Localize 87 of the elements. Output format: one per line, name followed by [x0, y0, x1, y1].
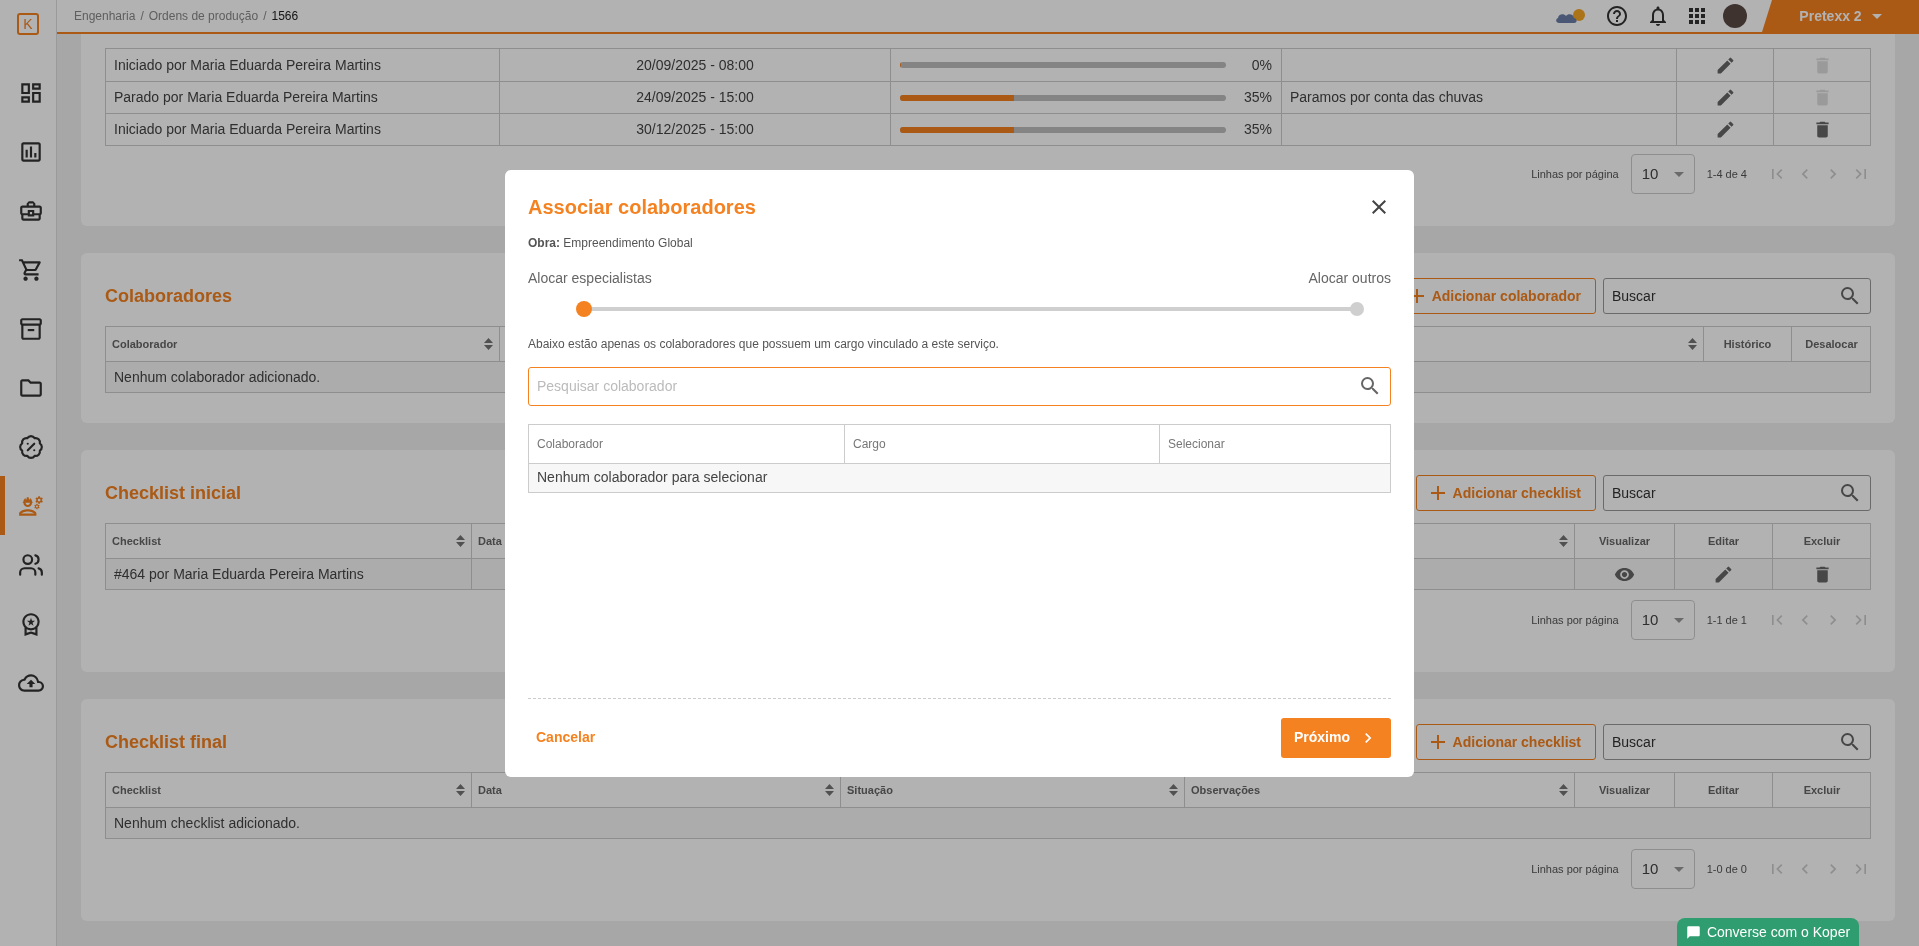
cart-icon — [17, 256, 44, 283]
rows-per-page-label: Linhas por página — [1531, 861, 1619, 877]
cancel-button[interactable]: Cancelar — [528, 717, 604, 758]
company-selector[interactable]: Pretexx 2 — [1762, 0, 1919, 32]
section-title: Checklist inicial — [105, 481, 242, 505]
progress-percent: 0% — [1250, 55, 1272, 75]
caret-icon — [1871, 13, 1882, 19]
slider-left-label: Alocar especialistas — [528, 268, 652, 288]
progress-percent: 35% — [1242, 88, 1272, 107]
column-title: Selecionar — [1168, 435, 1225, 453]
slider[interactable] — [576, 300, 1365, 317]
app-logo[interactable]: K — [17, 13, 39, 35]
chat-button[interactable]: Converse com o Koper — [1677, 918, 1859, 946]
column-title: Desalocar — [1805, 336, 1858, 352]
column-title: Checklist — [112, 782, 161, 798]
table-cell-text: #464 por Maria Eduarda Pereira Martins — [114, 564, 364, 584]
sort-icon[interactable] — [1688, 338, 1697, 350]
caret-icon — [1673, 866, 1684, 872]
column-title: Colaborador — [112, 336, 178, 352]
column-title: Observações — [1191, 782, 1261, 798]
add-button[interactable]: Adicionar checklist — [1415, 724, 1596, 760]
sort-icon[interactable] — [825, 784, 834, 796]
column-title: Cargo — [853, 435, 886, 453]
sort-icon[interactable] — [1169, 784, 1178, 796]
avatar[interactable] — [1723, 4, 1747, 28]
table-cell-text: 30/12/2025 - 15:00 — [636, 120, 754, 139]
plus-icon — [1430, 486, 1445, 500]
column-title: Colaborador — [537, 435, 604, 453]
column-title: Editar — [1707, 533, 1740, 549]
sort-icon[interactable] — [484, 338, 493, 350]
rows-per-page-label: Linhas por página — [1531, 166, 1619, 182]
add-button[interactable]: Adicionar checklist — [1415, 475, 1596, 511]
breadcrumb-item[interactable]: Ordens de produção — [148, 7, 259, 25]
project-label: Obra: Empreendimento Global — [528, 234, 694, 252]
column-title: Checklist — [112, 533, 161, 549]
progress-percent: 35% — [1242, 120, 1272, 139]
section-title: Checklist final — [105, 730, 228, 754]
sort-icon[interactable] — [1559, 535, 1568, 547]
page-range: 1-4 de 4 — [1706, 166, 1747, 182]
slider-thumb[interactable] — [576, 300, 592, 317]
rows-per-page-select[interactable]: 10 — [1630, 600, 1695, 640]
table-cell-text: Iniciado por Maria Eduarda Pereira Martins — [114, 55, 381, 75]
rows-per-page-select[interactable]: 10 — [1630, 849, 1695, 889]
slider-right-label: Alocar outros — [1308, 268, 1391, 288]
table-cell-text: Paramos por conta das chuvas — [1290, 88, 1483, 107]
table-cell-text: 20/09/2025 - 08:00 — [636, 55, 754, 75]
column-title: Data — [478, 782, 502, 798]
help-icon[interactable] — [1605, 4, 1629, 28]
column-title: Data — [478, 533, 502, 549]
chat-bubble-icon — [1685, 924, 1701, 940]
page-range: 1-0 de 0 — [1706, 861, 1747, 877]
search-field[interactable]: Pesquisar colaborador — [528, 366, 1391, 406]
empty-message: Nenhum colaborador para selecionar — [529, 462, 1390, 492]
sort-icon[interactable] — [456, 535, 465, 547]
column-title: Excluir — [1803, 533, 1841, 549]
search-field[interactable]: Buscar — [1603, 724, 1871, 760]
box-icon — [17, 315, 44, 342]
breadcrumb-item[interactable]: Engenharia — [74, 7, 136, 25]
page-range: 1-1 de 1 — [1706, 612, 1747, 628]
people-icon — [17, 551, 44, 578]
search-field[interactable]: Buscar — [1603, 475, 1871, 511]
sort-icon[interactable] — [1559, 784, 1568, 796]
column-title: Visualizar — [1598, 782, 1651, 798]
percent-icon — [17, 433, 44, 460]
empty-message: Nenhum checklist adicionado. — [106, 807, 1870, 838]
rows-per-page-select[interactable]: 10 — [1630, 154, 1695, 194]
next-button[interactable]: Próximo — [1281, 717, 1391, 758]
sort-icon[interactable] — [456, 784, 465, 796]
section-title: Colaboradores — [105, 284, 233, 308]
breadcrumb-item[interactable]: 1566 — [271, 7, 299, 25]
table-cell-text: 24/09/2025 - 15:00 — [636, 88, 754, 107]
modal-title: Associar colaboradores — [528, 194, 756, 220]
column-title: Histórico — [1723, 336, 1772, 352]
breadcrumb-item: / — [140, 8, 144, 25]
column-title: Editar — [1707, 782, 1740, 798]
table-cell-text: Iniciado por Maria Eduarda Pereira Martins — [114, 120, 381, 139]
plus-icon — [1430, 735, 1445, 749]
column-title: Situação — [847, 782, 893, 798]
search-field[interactable]: Buscar — [1603, 278, 1871, 314]
caret-icon — [1673, 171, 1684, 177]
table-cell-text: Parado por Maria Eduarda Pereira Martins — [114, 88, 378, 107]
breadcrumb-item: / — [263, 8, 267, 25]
column-title: Excluir — [1803, 782, 1841, 798]
column-title: Visualizar — [1598, 533, 1651, 549]
rows-per-page-label: Linhas por página — [1531, 612, 1619, 628]
caret-icon — [1673, 617, 1684, 623]
hint-text: Abaixo estão apenas os colaboradores que possuem um cargo vinculado a este serviço. — [528, 335, 1000, 353]
